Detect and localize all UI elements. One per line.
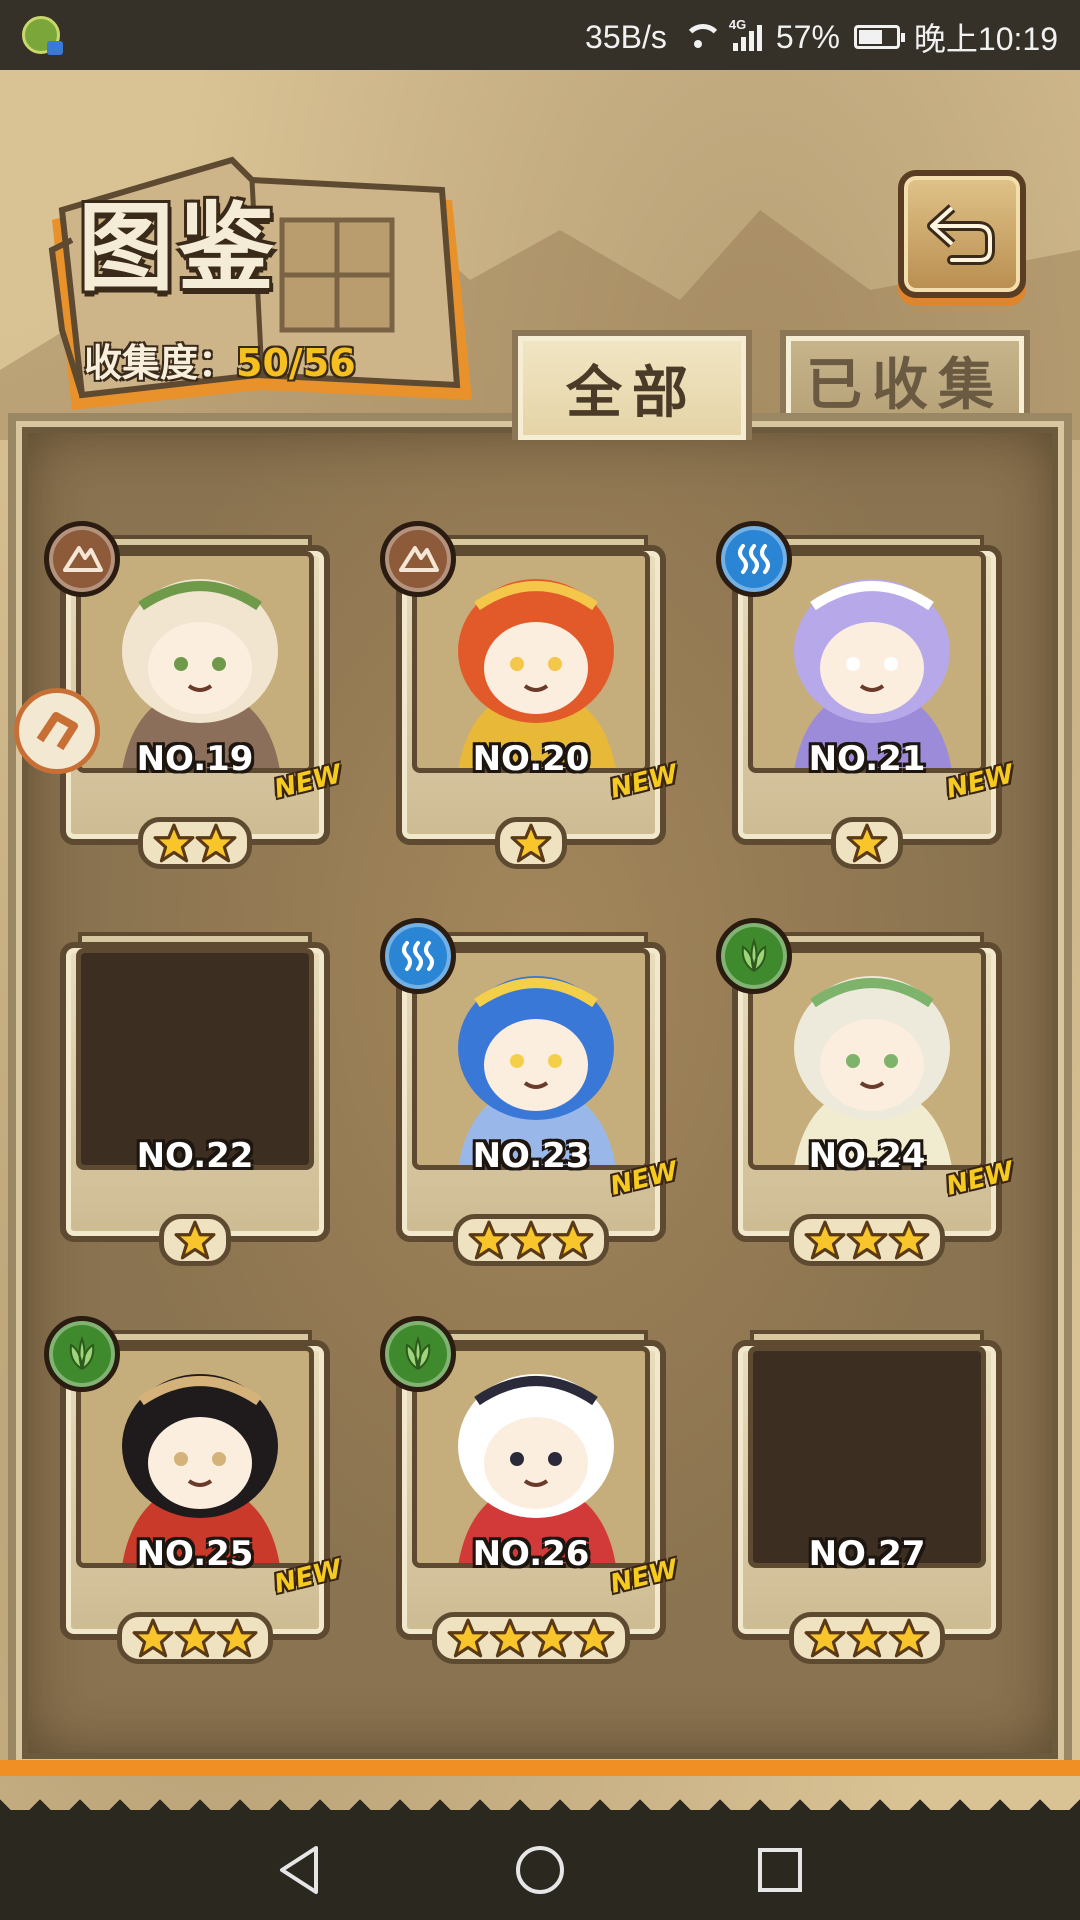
star-rating bbox=[117, 1612, 273, 1664]
star-rating bbox=[138, 817, 252, 869]
earth-icon bbox=[380, 521, 456, 597]
star-icon bbox=[216, 1618, 258, 1658]
back-button[interactable] bbox=[898, 170, 1026, 298]
leaf-icon bbox=[380, 1316, 456, 1392]
wifi-icon bbox=[681, 24, 723, 50]
star-icon bbox=[846, 1220, 888, 1260]
monster-card[interactable]: NO.22 bbox=[60, 932, 330, 1266]
bookmark-arrow-icon bbox=[36, 712, 78, 751]
star-icon bbox=[132, 1618, 174, 1658]
recents-square-icon[interactable] bbox=[750, 1840, 810, 1900]
clock: 晚上10:19 bbox=[913, 21, 1058, 57]
card-number: NO.27 bbox=[808, 1534, 926, 1574]
back-triangle-icon[interactable] bbox=[270, 1840, 330, 1900]
monster-card[interactable]: NO.19 NEW bbox=[44, 521, 345, 869]
monster-card[interactable]: NO.27 bbox=[732, 1330, 1002, 1664]
star-icon bbox=[804, 1618, 846, 1658]
star-rating bbox=[789, 1612, 945, 1664]
star-icon bbox=[531, 1618, 573, 1658]
system-nav-bar bbox=[0, 1810, 1080, 1920]
star-icon bbox=[846, 1618, 888, 1658]
app-notification-icon bbox=[22, 16, 63, 55]
scroll-marker[interactable] bbox=[14, 688, 100, 774]
monster-card[interactable]: NO.24 NEW bbox=[716, 918, 1017, 1266]
star-icon bbox=[888, 1618, 930, 1658]
star-icon bbox=[804, 1220, 846, 1260]
water-icon bbox=[380, 918, 456, 994]
water-icon bbox=[716, 521, 792, 597]
star-rating bbox=[453, 1214, 609, 1266]
game-screen: 图鉴 收集度：50/56 全部 已收集 NO.19 NEW NO.20 NEW NO.2… bbox=[0, 70, 1080, 1810]
monster-card[interactable]: NO.25 NEW bbox=[44, 1316, 345, 1664]
monster-card[interactable]: NO.26 NEW bbox=[380, 1316, 681, 1664]
collection-progress: 收集度：50/56 bbox=[84, 332, 356, 387]
monster-card[interactable]: NO.23 NEW bbox=[380, 918, 681, 1266]
star-icon bbox=[888, 1220, 930, 1260]
leaf-icon bbox=[44, 1316, 120, 1392]
star-rating bbox=[831, 817, 903, 869]
star-icon bbox=[153, 823, 195, 863]
star-icon bbox=[174, 1618, 216, 1658]
star-icon bbox=[447, 1618, 489, 1658]
panel-bottom-edge bbox=[0, 1760, 1080, 1776]
collection-count: 50/56 bbox=[236, 341, 356, 385]
star-icon bbox=[468, 1220, 510, 1260]
star-rating bbox=[432, 1612, 630, 1664]
star-rating bbox=[159, 1214, 231, 1266]
tab-all[interactable]: 全部 bbox=[512, 330, 752, 440]
return-arrow-icon bbox=[927, 204, 995, 265]
star-rating bbox=[495, 817, 567, 869]
star-icon bbox=[846, 823, 888, 863]
network-speed: 35B/s bbox=[585, 18, 667, 55]
home-circle-icon[interactable] bbox=[510, 1840, 570, 1900]
star-icon bbox=[489, 1618, 531, 1658]
battery-icon bbox=[853, 25, 905, 49]
collection-label: 收集度： bbox=[84, 341, 237, 385]
locked-silhouette bbox=[753, 1351, 981, 1563]
star-icon bbox=[552, 1220, 594, 1260]
locked-silhouette bbox=[81, 953, 309, 1165]
star-icon bbox=[510, 1220, 552, 1260]
status-bar: 35B/s 4G 57% 晚上10:19 bbox=[0, 0, 1080, 70]
star-icon bbox=[195, 823, 237, 863]
monster-card[interactable]: NO.20 NEW bbox=[380, 521, 681, 869]
card-number: NO.22 bbox=[136, 1136, 254, 1176]
monster-card[interactable]: NO.21 NEW bbox=[716, 521, 1017, 869]
signal-icon: 4G bbox=[729, 17, 762, 51]
earth-icon bbox=[44, 521, 120, 597]
battery-percent: 57% bbox=[775, 18, 840, 55]
star-icon bbox=[573, 1618, 615, 1658]
star-icon bbox=[510, 823, 552, 863]
leaf-icon bbox=[716, 918, 792, 994]
star-icon bbox=[174, 1220, 216, 1260]
page-title: 图鉴 bbox=[78, 191, 278, 304]
star-rating bbox=[789, 1214, 945, 1266]
